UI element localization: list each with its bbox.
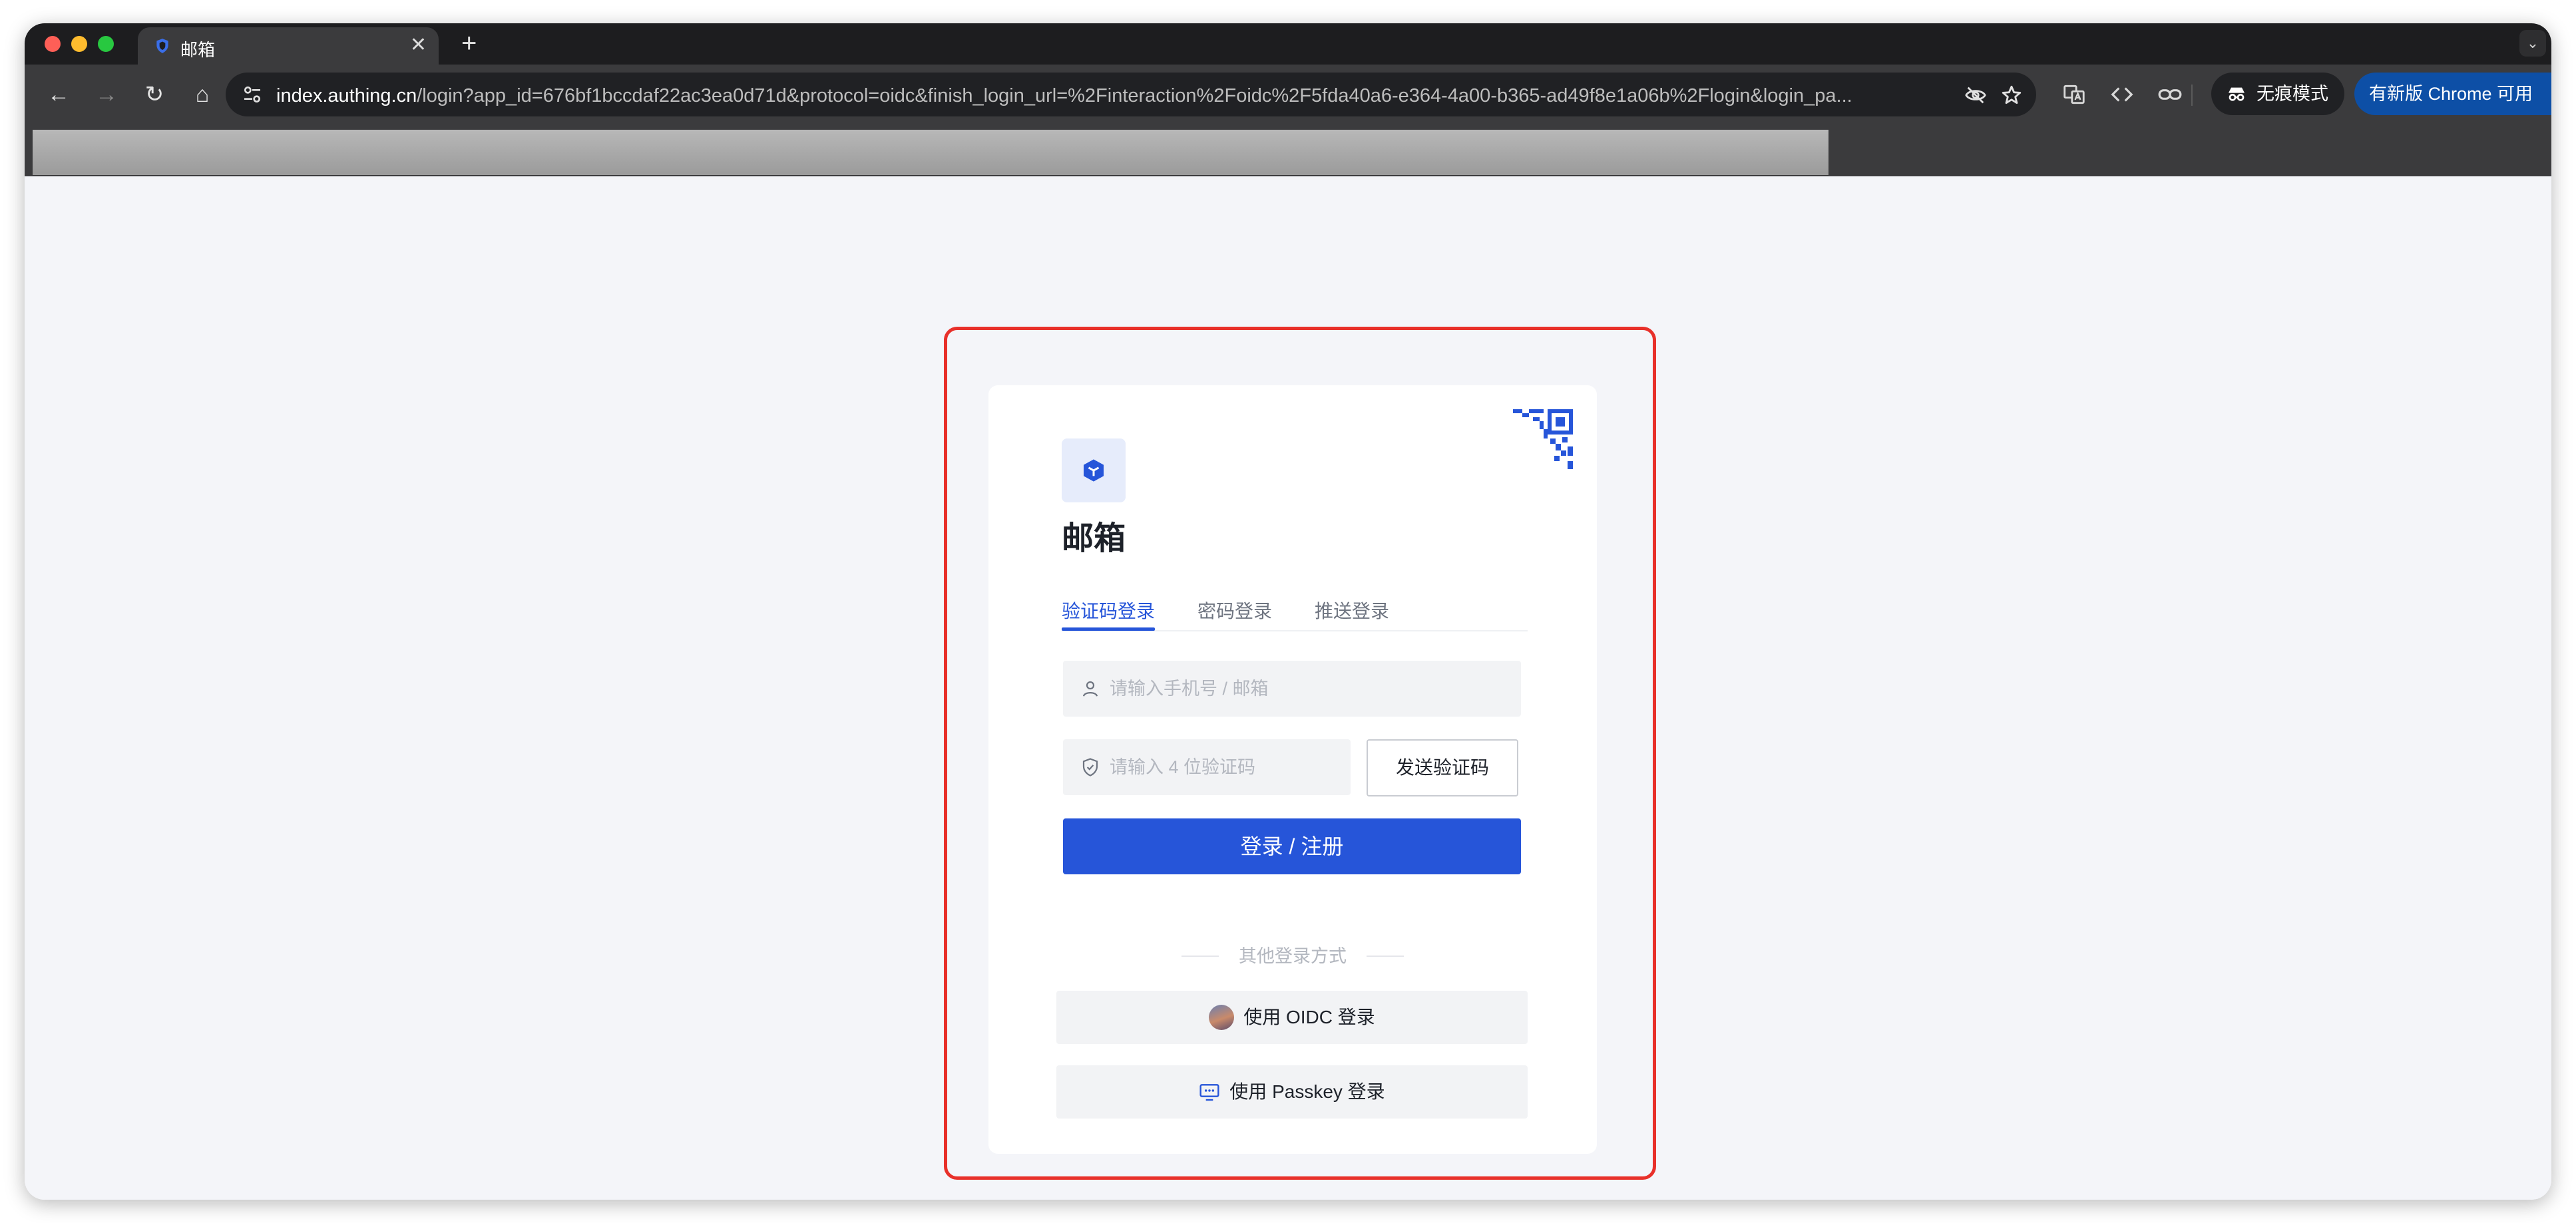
qr-login-icon[interactable]	[1513, 409, 1573, 469]
tab-password-login[interactable]: 密码登录	[1197, 597, 1272, 623]
browser-toolbar: ← → ↻ ⌂ index.authing.cn/login?app_id=67…	[25, 65, 2551, 124]
reload-button[interactable]: ↻	[139, 79, 170, 110]
incognito-label: 无痕模式	[2256, 84, 2328, 104]
maximize-window-button[interactable]	[98, 36, 114, 52]
send-code-button[interactable]: 发送验证码	[1367, 739, 1518, 796]
bookmark-bar	[25, 124, 2551, 176]
translate-icon[interactable]	[2061, 82, 2087, 107]
app-title: 邮箱	[1062, 521, 1126, 556]
shield-icon	[156, 39, 168, 53]
tab-code-login[interactable]: 验证码登录	[1062, 597, 1155, 623]
star-icon[interactable]	[2000, 84, 2023, 106]
incognito-indicator[interactable]: 无痕模式	[2211, 73, 2344, 115]
cube-icon	[1084, 459, 1104, 482]
divider-line-right	[1367, 956, 1404, 957]
other-login-divider: 其他登录方式	[1181, 944, 1404, 968]
link-icon[interactable]	[2157, 82, 2183, 107]
code-icon[interactable]	[2109, 82, 2135, 107]
account-field[interactable]	[1063, 661, 1521, 717]
active-tab-indicator	[1062, 627, 1155, 631]
tab-search-button[interactable]: ⌄	[2519, 30, 2546, 57]
login-method-tabs: 验证码登录 密码登录 推送登录	[1062, 597, 1528, 631]
login-card: 邮箱 验证码登录 密码登录 推送登录 请输入手机号 / 邮箱 请输入 4 位验证…	[988, 385, 1597, 1154]
site-settings-icon[interactable]	[242, 84, 263, 105]
incognito-icon	[2229, 87, 2245, 101]
user-icon	[1082, 681, 1098, 697]
browser-window: 邮箱 ✕ + ⌄ ← → ↻ ⌂ index.authing.cn/login?…	[25, 23, 2551, 1200]
toolbar-separator	[2191, 85, 2193, 106]
tab-push-login[interactable]: 推送登录	[1315, 597, 1389, 623]
minimize-window-button[interactable]	[71, 36, 87, 52]
home-button[interactable]: ⌂	[187, 79, 218, 110]
verification-code-input[interactable]	[1110, 739, 1343, 795]
shield-check-icon	[1082, 758, 1098, 777]
oidc-login-label: 使用 OIDC 登录	[1243, 1007, 1375, 1027]
account-input[interactable]	[1110, 661, 1509, 717]
eye-off-icon[interactable]	[1964, 84, 1987, 106]
passkey-login-button[interactable]: 使用 Passkey 登录	[1056, 1065, 1528, 1119]
back-button[interactable]: ←	[43, 79, 74, 110]
new-tab-button[interactable]: +	[461, 30, 477, 57]
address-bar[interactable]: index.authing.cn/login?app_id=676bf1bccd…	[226, 73, 2036, 116]
oidc-login-button[interactable]: 使用 OIDC 登录	[1056, 991, 1528, 1044]
page-content: 邮箱 验证码登录 密码登录 推送登录 请输入手机号 / 邮箱 请输入 4 位验证…	[25, 176, 2551, 1200]
tab-strip: 邮箱 ✕ + ⌄	[25, 23, 2551, 65]
login-register-button[interactable]: 登录 / 注册	[1063, 818, 1521, 874]
divider-line-left	[1181, 956, 1219, 957]
oidc-avatar-icon	[1209, 1005, 1235, 1030]
verification-code-field[interactable]	[1063, 739, 1351, 795]
redacted-content	[33, 130, 1828, 175]
url-text[interactable]: index.authing.cn/login?app_id=676bf1bccd…	[276, 85, 1940, 107]
close-window-button[interactable]	[45, 36, 61, 52]
passkey-login-label: 使用 Passkey 登录	[1229, 1081, 1385, 1102]
app-logo	[1062, 438, 1126, 502]
browser-tab[interactable]: 邮箱 ✕	[138, 27, 439, 65]
passkey-monitor-icon	[1199, 1084, 1219, 1101]
tab-title: 邮箱	[180, 40, 216, 60]
close-tab-icon[interactable]: ✕	[410, 35, 427, 55]
update-chrome-button[interactable]: 有新版 Chrome 可用	[2354, 73, 2551, 115]
divider-text: 其他登录方式	[1239, 946, 1347, 966]
forward-button[interactable]: →	[91, 79, 122, 110]
